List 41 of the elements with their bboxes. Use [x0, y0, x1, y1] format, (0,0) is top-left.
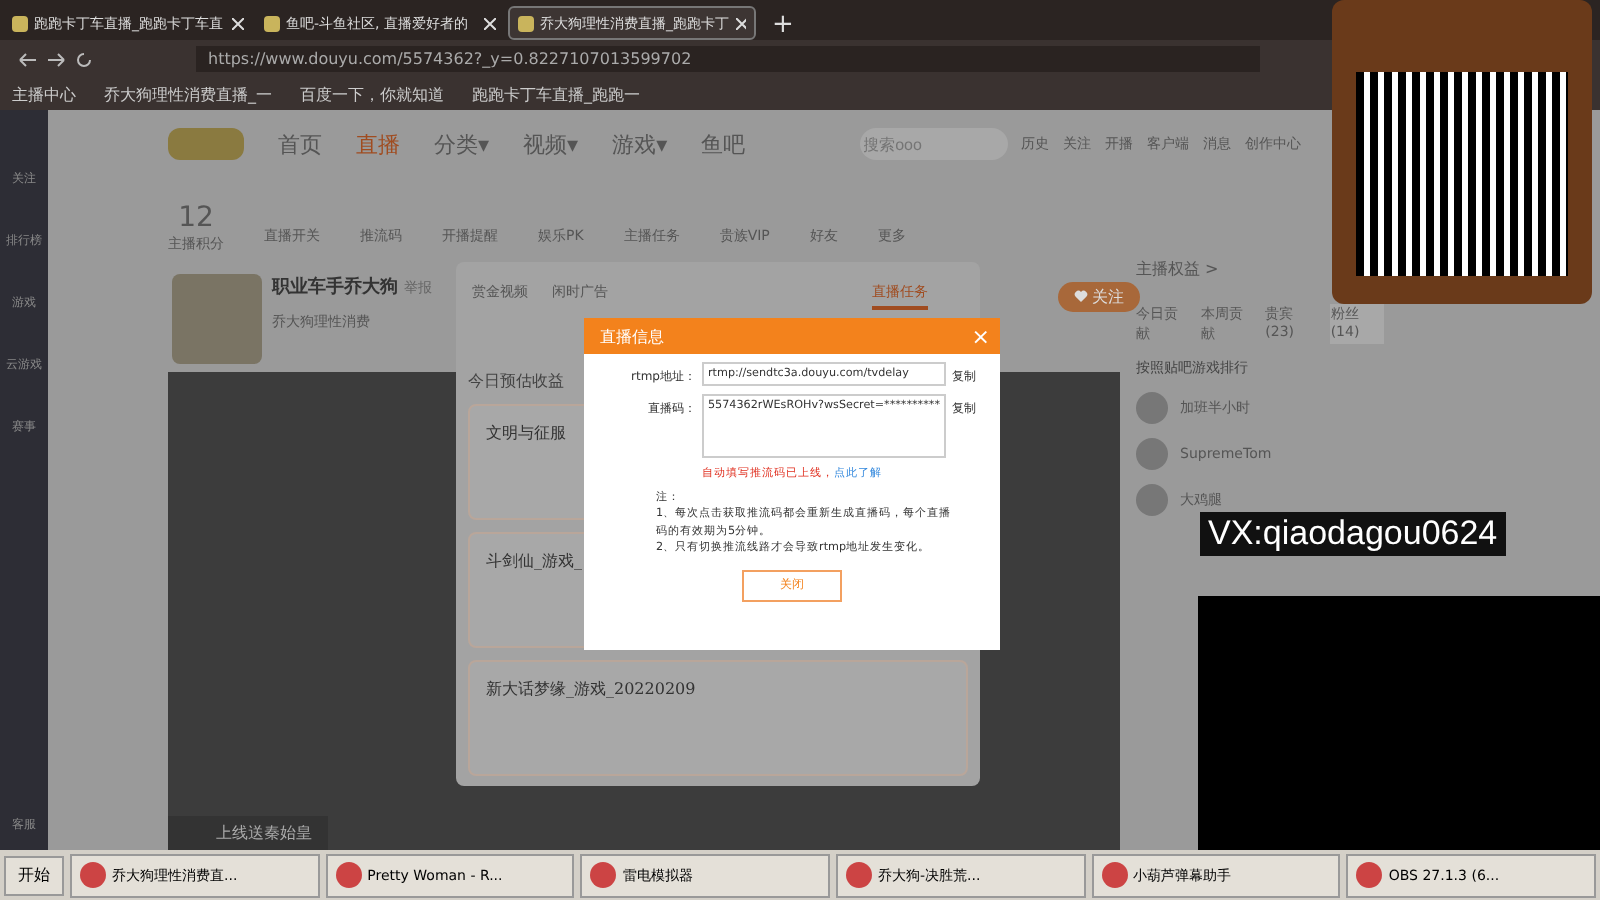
- nav-link[interactable]: 游戏▾: [612, 129, 668, 159]
- close-icon[interactable]: [735, 17, 746, 29]
- address-bar[interactable]: https://www.douyu.com/5574362?_y=0.8227107013599702: [196, 46, 1260, 72]
- task-title: 新大话梦缘_游戏_20220209: [486, 680, 696, 698]
- app-icon: [80, 862, 106, 888]
- dialog-title: 直播信息: [600, 325, 664, 347]
- streamer-name: 职业车手乔大狗: [272, 278, 398, 298]
- app-icon: [846, 862, 873, 888]
- nav-link[interactable]: 视频▾: [523, 129, 579, 159]
- income-label: 今日预估收益: [468, 370, 564, 392]
- navigation-icons[interactable]: [16, 49, 96, 69]
- bookmark[interactable]: 乔大狗理性消费直播_一: [104, 83, 272, 105]
- app-icon: [1101, 862, 1128, 888]
- task-title: 斗剑仙_游戏_: [486, 552, 582, 570]
- nav-link[interactable]: 直播: [356, 129, 400, 159]
- nav-link[interactable]: 鱼吧: [701, 129, 746, 159]
- wechat-id-label: VX:qiaodagou0624: [1200, 512, 1506, 556]
- bookmark[interactable]: 百度一下，你就知道: [300, 83, 444, 105]
- nav-link[interactable]: 首页: [278, 129, 322, 159]
- app-icon: [1356, 862, 1383, 888]
- app-icon: [590, 862, 617, 888]
- task-card[interactable]: 新大话梦缘_游戏_20220209: [468, 660, 968, 776]
- score-value: 12: [178, 202, 214, 234]
- close-button[interactable]: ×: [971, 323, 990, 349]
- nav-link[interactable]: 分类▾: [434, 129, 490, 159]
- new-tab-button[interactable]: +: [760, 10, 806, 40]
- photo-placeholder: [172, 274, 262, 364]
- bookmark[interactable]: 跑跑卡丁车直播_跑跑一: [472, 83, 640, 105]
- avatar-icon: [1136, 392, 1168, 424]
- avatar-icon: [1136, 438, 1168, 470]
- bookmark[interactable]: 主播中心: [12, 83, 76, 105]
- task-title: 文明与征服: [486, 424, 566, 442]
- promo-banner[interactable]: 上线送秦始皇: [168, 816, 328, 850]
- follow-button[interactable]: 关注: [1058, 282, 1141, 312]
- close-icon[interactable]: [232, 17, 244, 29]
- app-icon: [335, 862, 362, 888]
- start-button[interactable]: 开始: [4, 855, 64, 895]
- close-icon[interactable]: [484, 17, 496, 29]
- panel-header[interactable]: 主播权益 >: [1136, 260, 1219, 278]
- heart-icon: [1074, 290, 1088, 302]
- avatar-icon: [1136, 484, 1168, 516]
